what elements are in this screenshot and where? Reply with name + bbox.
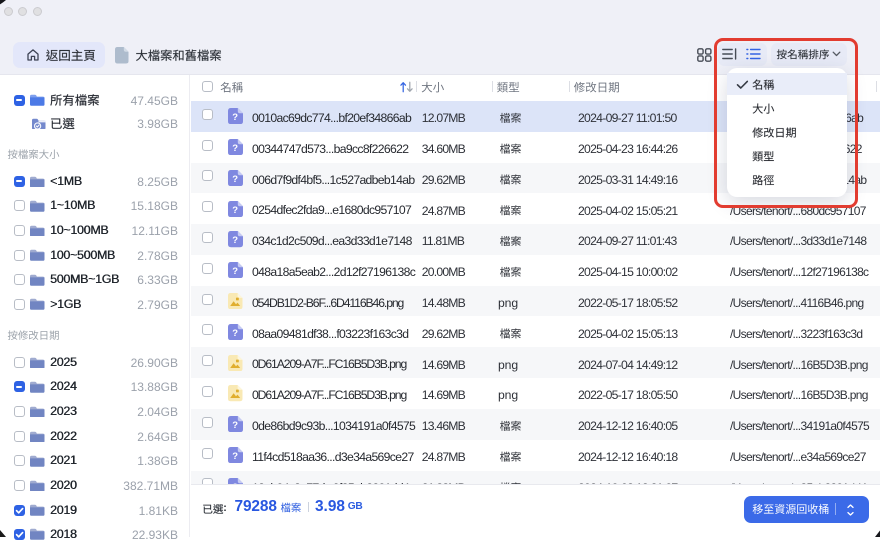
- svg-text:?: ?: [232, 112, 238, 123]
- svg-text:?: ?: [232, 143, 238, 154]
- svg-text:?: ?: [232, 235, 238, 246]
- svg-text:?: ?: [232, 205, 238, 216]
- svg-text:?: ?: [232, 328, 238, 339]
- svg-text:?: ?: [232, 420, 238, 431]
- svg-text:?: ?: [232, 451, 238, 462]
- svg-text:?: ?: [232, 266, 238, 277]
- svg-text:?: ?: [232, 174, 238, 185]
